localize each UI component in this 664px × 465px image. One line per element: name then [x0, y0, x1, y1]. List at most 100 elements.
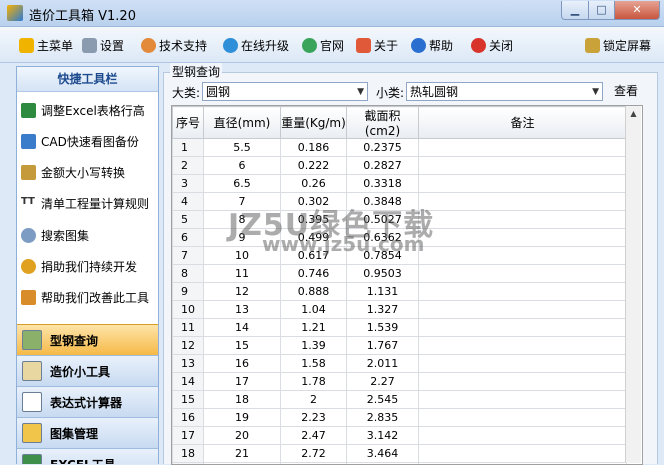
- cell-area[interactable]: 2.27: [347, 373, 419, 391]
- cell-diameter[interactable]: 20: [204, 427, 281, 445]
- cell-weight[interactable]: 1.58: [281, 355, 347, 373]
- cell-remark[interactable]: [419, 175, 627, 193]
- official-site-button[interactable]: 官网: [302, 36, 344, 54]
- cell-weight[interactable]: 2.47: [281, 427, 347, 445]
- quick-item-amount-convert[interactable]: 金额大小写转换: [21, 162, 125, 182]
- cell-area[interactable]: 0.3318: [347, 175, 419, 193]
- nav-cost-tools[interactable]: 造价小工具: [17, 355, 158, 386]
- cell-index[interactable]: 8: [173, 265, 204, 283]
- cell-weight[interactable]: 0.746: [281, 265, 347, 283]
- quick-item-feedback[interactable]: 帮助我们改善此工具: [21, 287, 149, 307]
- cell-index[interactable]: 10: [173, 301, 204, 319]
- quick-item-cad-backup[interactable]: CAD快速看图备份: [21, 131, 139, 151]
- close-button[interactable]: 关闭: [471, 36, 513, 54]
- tech-support-button[interactable]: 技术支持: [141, 36, 207, 54]
- nav-expression-calculator[interactable]: 表达式计算器: [17, 386, 158, 417]
- table-row[interactable]: 17202.473.142: [173, 427, 627, 445]
- cell-index[interactable]: 15: [173, 391, 204, 409]
- table-row[interactable]: 12151.391.767: [173, 337, 627, 355]
- nav-steel-query[interactable]: 型钢查询: [17, 324, 158, 355]
- cell-area[interactable]: 0.5027: [347, 211, 419, 229]
- scroll-up-icon[interactable]: ▲: [626, 106, 641, 121]
- cell-weight[interactable]: 0.186: [281, 139, 347, 157]
- cell-index[interactable]: 6: [173, 229, 204, 247]
- table-row[interactable]: 151822.545: [173, 391, 627, 409]
- vertical-scrollbar[interactable]: ▲: [625, 106, 641, 463]
- about-button[interactable]: 关于: [356, 36, 398, 54]
- cell-diameter[interactable]: 5.5: [204, 139, 281, 157]
- table-row[interactable]: 580.3950.5027: [173, 211, 627, 229]
- cell-diameter[interactable]: 9: [204, 229, 281, 247]
- cell-weight[interactable]: 0.302: [281, 193, 347, 211]
- steel-data-grid[interactable]: 序号 直径(mm) 重量(Kg/m) 截面积(cm2) 备注 15.50.186…: [171, 105, 643, 465]
- minimize-button[interactable]: ▁: [561, 1, 589, 20]
- table-row[interactable]: 7100.6170.7854: [173, 247, 627, 265]
- table-row[interactable]: 14171.782.27: [173, 373, 627, 391]
- cell-index[interactable]: 3: [173, 175, 204, 193]
- cell-index[interactable]: 5: [173, 211, 204, 229]
- cell-area[interactable]: 1.327: [347, 301, 419, 319]
- cell-index[interactable]: 7: [173, 247, 204, 265]
- cell-area[interactable]: 3.142: [347, 427, 419, 445]
- cell-area[interactable]: 0.7854: [347, 247, 419, 265]
- cell-area[interactable]: 2.835: [347, 409, 419, 427]
- quick-item-search-atlas[interactable]: 搜索图集: [21, 225, 89, 245]
- column-header-diameter[interactable]: 直径(mm): [204, 107, 281, 139]
- cell-index[interactable]: 17: [173, 427, 204, 445]
- close-window-button[interactable]: ✕: [614, 1, 660, 20]
- quick-item-donate[interactable]: 捐助我们持续开发: [21, 256, 137, 276]
- cell-diameter[interactable]: 11: [204, 265, 281, 283]
- cell-index[interactable]: 18: [173, 445, 204, 463]
- cell-index[interactable]: 14: [173, 373, 204, 391]
- main-menu-button[interactable]: 主菜单: [19, 36, 73, 54]
- cell-remark[interactable]: [419, 355, 627, 373]
- column-header-remark[interactable]: 备注: [419, 107, 627, 139]
- cell-index[interactable]: 13: [173, 355, 204, 373]
- cell-remark[interactable]: [419, 283, 627, 301]
- cell-area[interactable]: 0.3848: [347, 193, 419, 211]
- cell-diameter[interactable]: 15: [204, 337, 281, 355]
- cell-diameter[interactable]: 17: [204, 373, 281, 391]
- cell-index[interactable]: 4: [173, 193, 204, 211]
- table-row[interactable]: 13161.582.011: [173, 355, 627, 373]
- table-row[interactable]: 470.3020.3848: [173, 193, 627, 211]
- cell-diameter[interactable]: 13: [204, 301, 281, 319]
- cell-weight[interactable]: 0.395: [281, 211, 347, 229]
- cell-weight[interactable]: 1.04: [281, 301, 347, 319]
- cell-weight[interactable]: 0.499: [281, 229, 347, 247]
- cell-weight[interactable]: 1.78: [281, 373, 347, 391]
- minor-category-select[interactable]: 热轧圆钢 ▼: [406, 82, 603, 101]
- table-row[interactable]: 10131.041.327: [173, 301, 627, 319]
- table-row[interactable]: 260.2220.2827: [173, 157, 627, 175]
- cell-weight[interactable]: 2.23: [281, 409, 347, 427]
- cell-remark[interactable]: [419, 157, 627, 175]
- cell-remark[interactable]: [419, 445, 627, 463]
- cell-index[interactable]: 11: [173, 319, 204, 337]
- cell-diameter[interactable]: 7: [204, 193, 281, 211]
- table-row[interactable]: 8110.7460.9503: [173, 265, 627, 283]
- maximize-button[interactable]: □: [588, 1, 615, 20]
- cell-diameter[interactable]: 8: [204, 211, 281, 229]
- cell-diameter[interactable]: 14: [204, 319, 281, 337]
- nav-excel-tools[interactable]: EXCEL工具: [17, 448, 158, 464]
- cell-area[interactable]: 1.131: [347, 283, 419, 301]
- table-row[interactable]: 16192.232.835: [173, 409, 627, 427]
- nav-atlas-management[interactable]: 图集管理: [17, 417, 158, 448]
- cell-area[interactable]: 0.2827: [347, 157, 419, 175]
- quick-item-excel-row-height[interactable]: 调整Excel表格行高: [21, 100, 145, 120]
- cell-remark[interactable]: [419, 391, 627, 409]
- cell-remark[interactable]: [419, 139, 627, 157]
- cell-area[interactable]: 1.767: [347, 337, 419, 355]
- online-upgrade-button[interactable]: 在线升级: [223, 36, 289, 54]
- table-row[interactable]: 18212.723.464: [173, 445, 627, 463]
- column-header-index[interactable]: 序号: [173, 107, 204, 139]
- cell-weight[interactable]: 1.39: [281, 337, 347, 355]
- cell-index[interactable]: 1: [173, 139, 204, 157]
- cell-diameter[interactable]: 12: [204, 283, 281, 301]
- major-category-select[interactable]: 圆钢 ▼: [202, 82, 368, 101]
- cell-weight[interactable]: 2: [281, 391, 347, 409]
- cell-area[interactable]: 0.6362: [347, 229, 419, 247]
- cell-weight[interactable]: 2.72: [281, 445, 347, 463]
- table-row[interactable]: 36.50.260.3318: [173, 175, 627, 193]
- cell-remark[interactable]: [419, 229, 627, 247]
